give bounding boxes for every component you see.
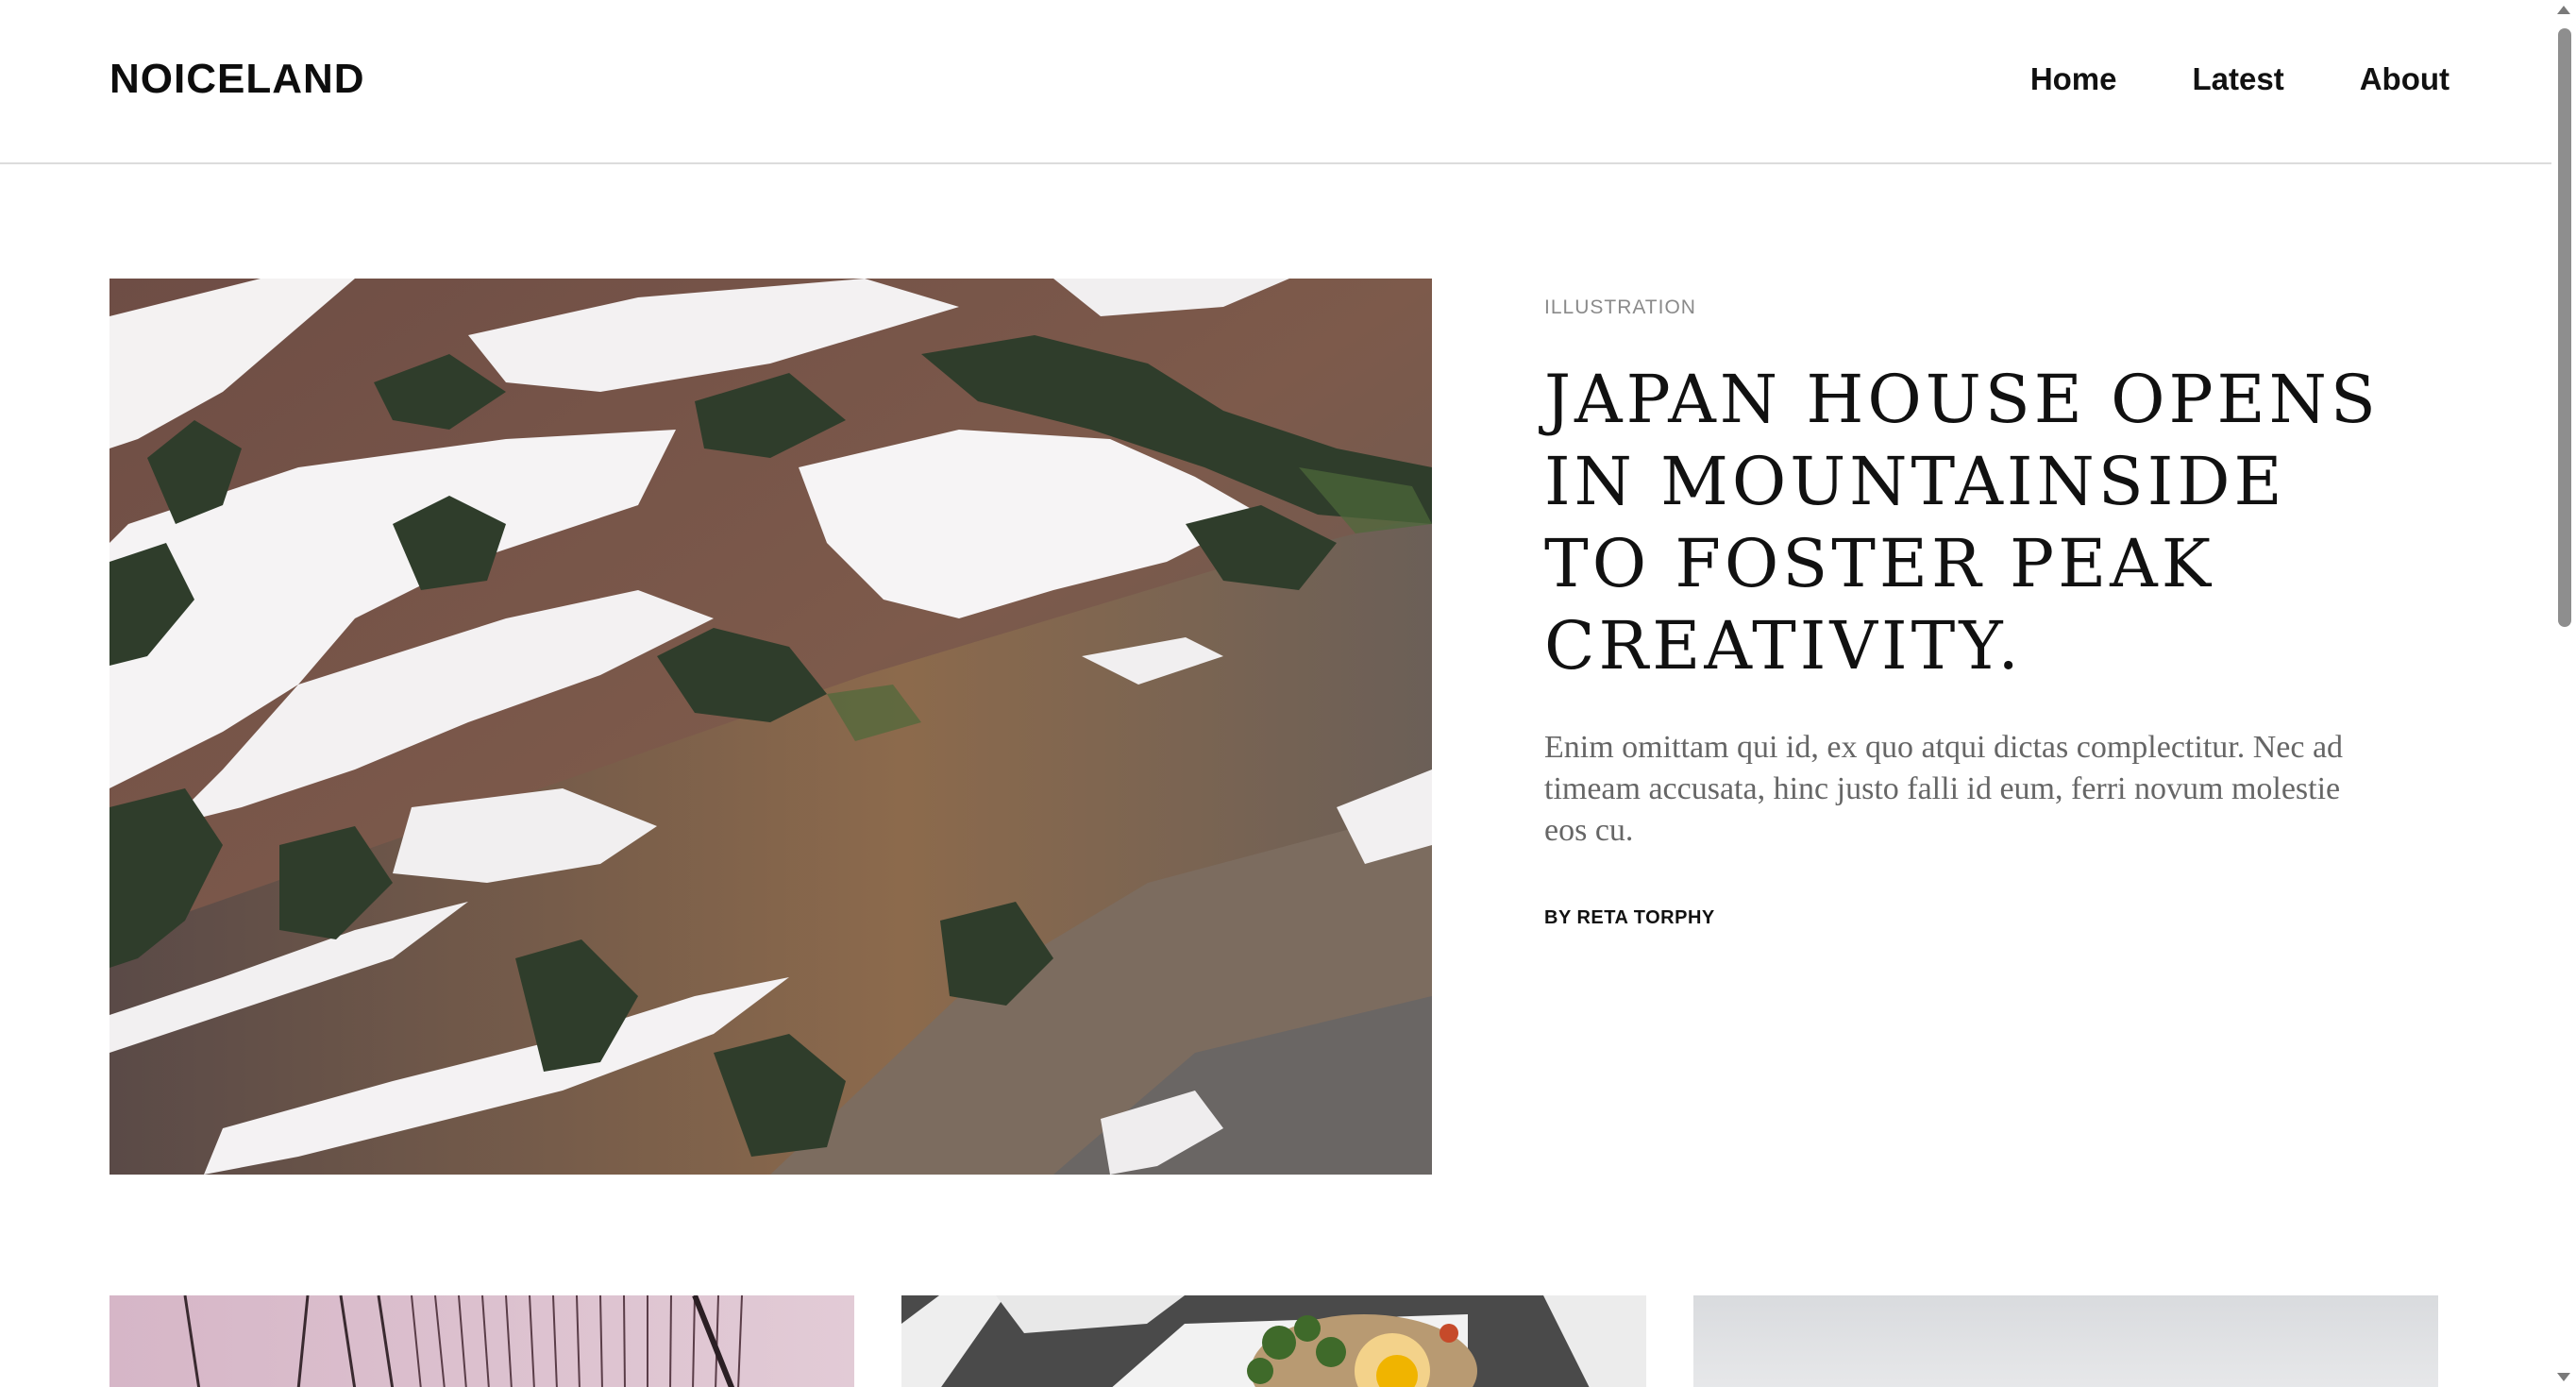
article-category[interactable]: ILLUSTRATION <box>1544 293 2394 323</box>
scroll-up-arrow-icon[interactable] <box>2557 6 2570 14</box>
bridge-thumbnail <box>109 1295 854 1387</box>
site-header: NOICELAND Home Latest About <box>0 0 2551 164</box>
scroll-down-arrow-icon[interactable] <box>2557 1373 2570 1381</box>
food-thumbnail <box>901 1295 1646 1387</box>
featured-article: ILLUSTRATION JAPAN HOUSE OPENS IN MOUNTA… <box>1544 293 2394 931</box>
nav-home-link[interactable]: Home <box>2030 57 2117 102</box>
mountain-illustration <box>109 279 1432 1175</box>
article-byline[interactable]: BY RETA TORPHY <box>1544 905 2394 931</box>
nav-about-link[interactable]: About <box>2360 57 2450 102</box>
article-card-bridge[interactable] <box>109 1295 854 1387</box>
article-title[interactable]: JAPAN HOUSE OPENS IN MOUNTAINSIDE TO FOS… <box>1544 359 2394 687</box>
article-excerpt: Enim omittam qui id, ex quo atqui dictas… <box>1544 730 2344 848</box>
article-card-food[interactable] <box>901 1295 1646 1387</box>
fog-thumbnail <box>1693 1295 2438 1387</box>
main-nav: Home Latest About <box>1955 57 2450 102</box>
site-logo[interactable]: NOICELAND <box>109 53 365 106</box>
article-card-fog[interactable] <box>1693 1295 2438 1387</box>
scrollbar-thumb[interactable] <box>2558 28 2571 627</box>
nav-latest-link[interactable]: Latest <box>2193 57 2284 102</box>
featured-image[interactable] <box>109 279 1432 1175</box>
page-scrollbar[interactable] <box>2551 0 2576 1387</box>
